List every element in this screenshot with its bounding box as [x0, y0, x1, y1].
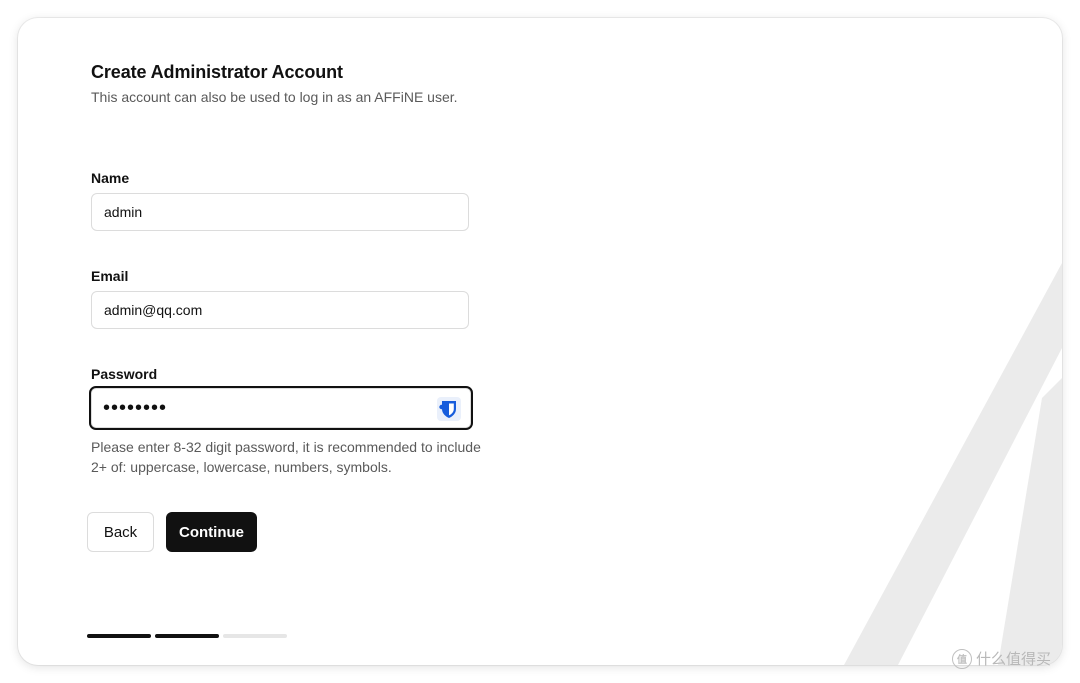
page-subtitle: This account can also be used to log in …: [91, 89, 458, 105]
email-label: Email: [91, 268, 129, 284]
progress-step-1: [87, 634, 151, 638]
bitwarden-shield-icon[interactable]: [437, 397, 461, 421]
watermark-logo-icon: 值: [952, 648, 972, 669]
password-label: Password: [91, 366, 158, 382]
step-progress: [87, 634, 287, 638]
password-hint: Please enter 8-32 digit password, it is …: [91, 439, 481, 475]
name-input[interactable]: [92, 194, 468, 230]
continue-button[interactable]: Continue: [166, 512, 257, 552]
progress-step-2: [155, 634, 219, 638]
affine-logo-background: [844, 263, 1062, 665]
progress-step-3: [223, 634, 287, 638]
watermark: 值 什么值得买: [952, 648, 1051, 669]
password-input[interactable]: [91, 388, 471, 428]
page-title: Create Administrator Account: [91, 62, 343, 82]
back-button[interactable]: Back: [87, 512, 154, 552]
name-field-box: [91, 193, 469, 231]
password-field-box: [89, 386, 473, 430]
email-field-box: [91, 291, 469, 329]
setup-card: Create Administrator Account This accoun…: [18, 18, 1062, 665]
email-input[interactable]: [92, 292, 468, 328]
name-label: Name: [91, 170, 130, 186]
watermark-text: 什么值得买: [976, 651, 1052, 668]
